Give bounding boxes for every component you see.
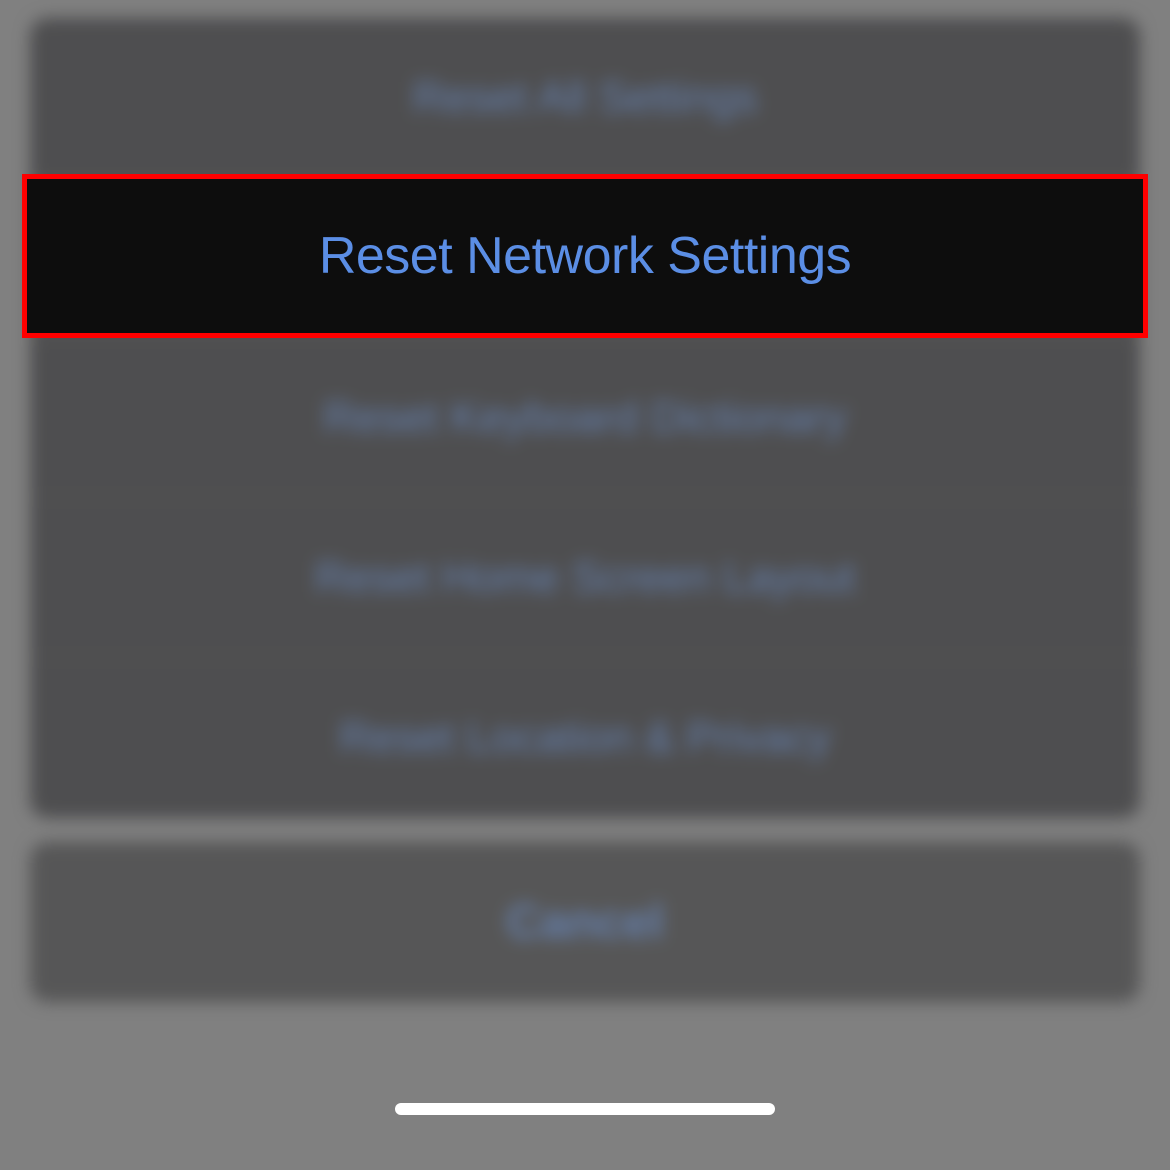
reset-options-sheet: Reset All Settings Reset Keyboard Dictio…: [30, 18, 1140, 818]
action-label: Reset Home Screen Layout: [315, 553, 856, 603]
reset-location-privacy-button[interactable]: Reset Location & Privacy: [30, 658, 1140, 818]
action-label: Reset Network Settings: [319, 227, 851, 285]
cancel-label: Cancel: [506, 895, 663, 950]
home-indicator[interactable]: [395, 1103, 775, 1115]
action-sheet-container: Reset All Settings Reset Keyboard Dictio…: [30, 18, 1140, 1002]
cancel-button[interactable]: Cancel: [30, 842, 1140, 1002]
cancel-sheet: Cancel: [30, 842, 1140, 1002]
action-label: Reset Keyboard Dictionary: [323, 393, 846, 443]
action-label: Reset All Settings: [413, 73, 758, 123]
highlighted-selection-frame: Reset Network Settings: [22, 174, 1148, 338]
reset-network-settings-button[interactable]: Reset Network Settings: [319, 226, 851, 286]
action-label: Reset Location & Privacy: [339, 713, 831, 763]
reset-all-settings-button[interactable]: Reset All Settings: [30, 18, 1140, 178]
reset-keyboard-dictionary-button[interactable]: Reset Keyboard Dictionary: [30, 338, 1140, 498]
reset-home-screen-layout-button[interactable]: Reset Home Screen Layout: [30, 498, 1140, 658]
